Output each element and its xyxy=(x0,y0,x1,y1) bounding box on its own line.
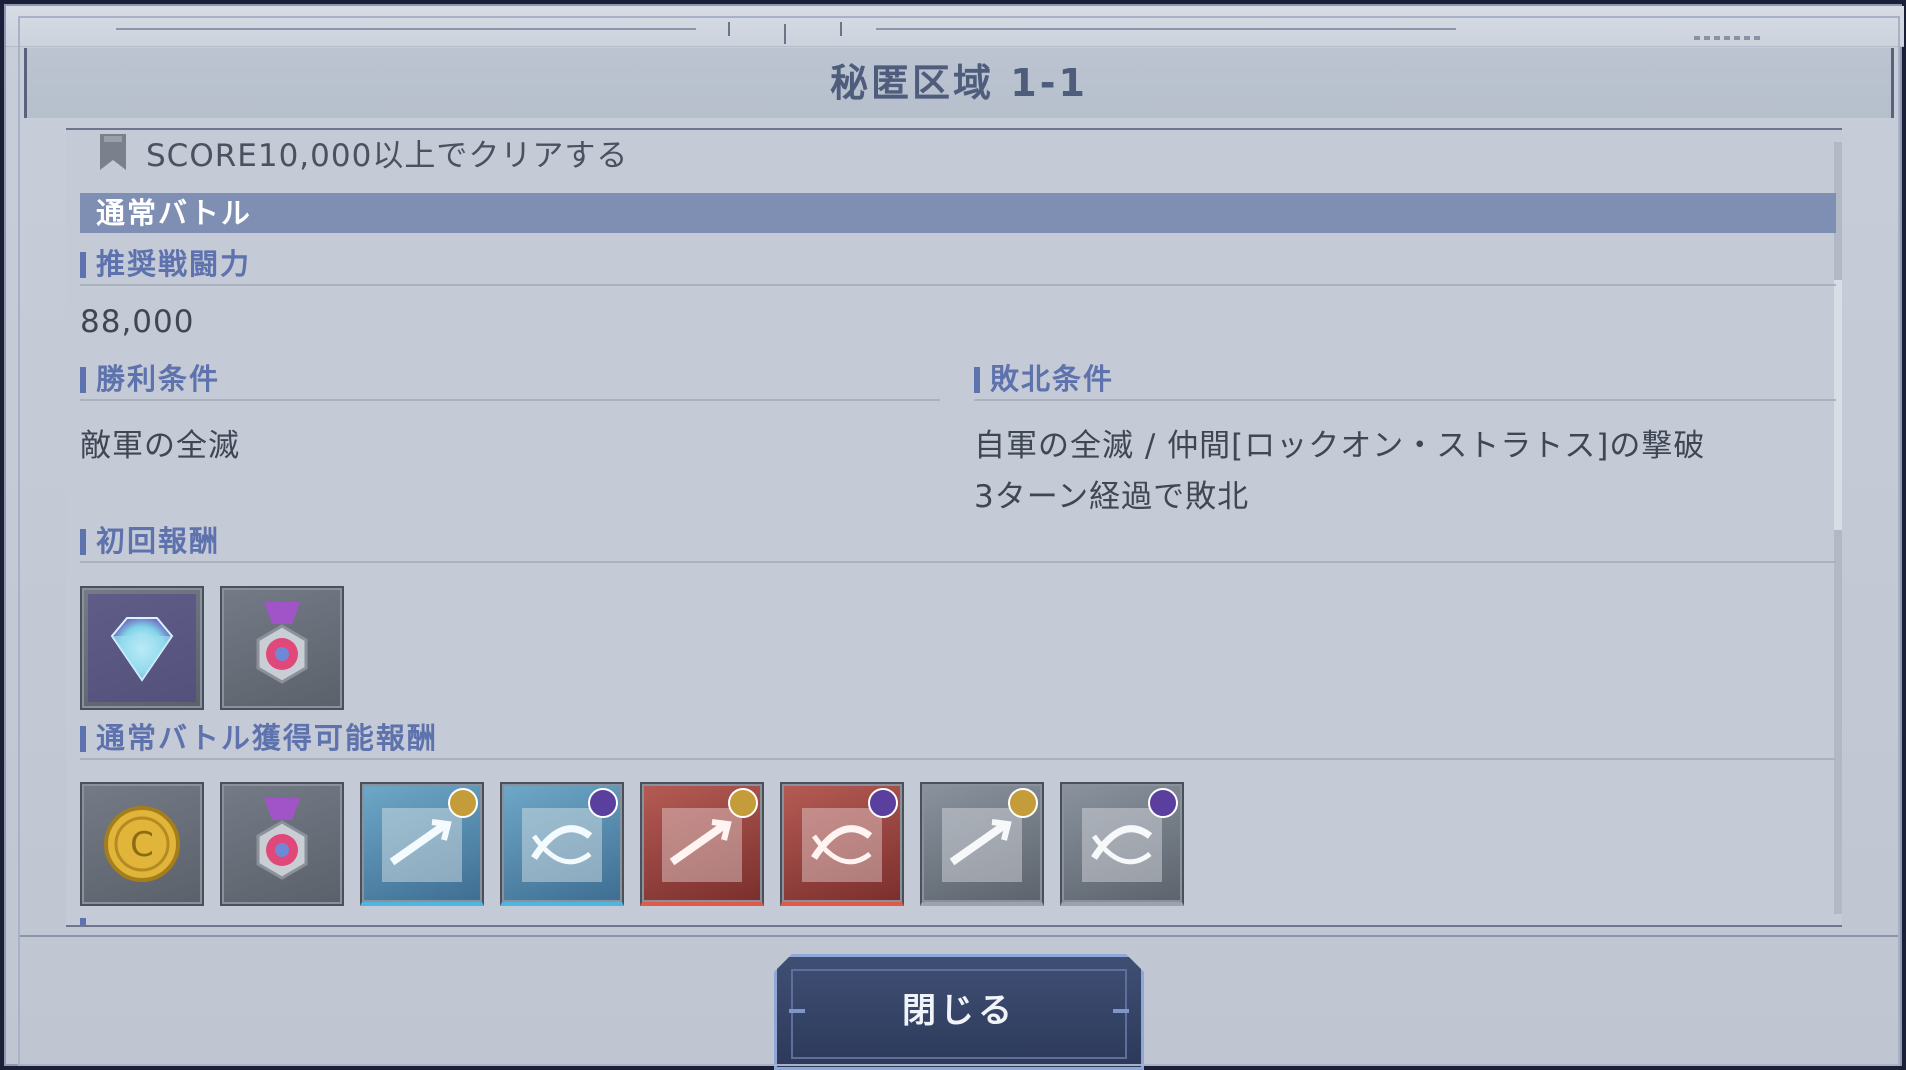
reward-item-grey-part-purple[interactable] xyxy=(1060,782,1184,906)
title-bar: 秘匿区域 1-1 xyxy=(24,48,1894,118)
bottom-divider xyxy=(20,935,1898,937)
recommended-power-value: 88,000 xyxy=(80,304,195,340)
top-tick-center xyxy=(784,24,786,44)
first-reward-heading: 初回報酬 xyxy=(80,521,1836,563)
normal-reward-heading: 通常バトル獲得可能報酬 xyxy=(80,718,1836,760)
close-button[interactable]: 閉じる xyxy=(774,954,1144,1070)
defeat-condition-1: 自軍の全滅 / 仲間[ロックオン・ストラトス]の撃破 xyxy=(974,428,1706,464)
defeat-condition-2: 3ターン経過で敗北 xyxy=(974,479,1250,515)
stage-info-panel[interactable]: SCORE10,000以上でクリアする 通常バトル 推奨戦闘力 88,000 勝… xyxy=(66,128,1842,927)
reward-item-blue-part-gold[interactable] xyxy=(360,782,484,906)
heading-marker xyxy=(80,918,86,925)
first-reward-label: 初回報酬 xyxy=(96,524,221,558)
recommended-power-label: 推奨戦闘力 xyxy=(96,247,252,281)
rarity-badge-purple xyxy=(868,788,898,818)
diamond-icon xyxy=(88,594,196,702)
top-line-left xyxy=(116,28,696,30)
next-heading-partial xyxy=(80,918,260,925)
reward-item-blue-part-purple[interactable] xyxy=(500,782,624,906)
heading-marker xyxy=(80,529,86,555)
reward-item-red-part-purple[interactable] xyxy=(780,782,904,906)
reward-item-grey-part-gold[interactable] xyxy=(920,782,1044,906)
reward-item-medal[interactable] xyxy=(220,586,344,710)
scrollbar-thumb[interactable] xyxy=(1834,280,1842,530)
top-tick xyxy=(728,22,730,36)
top-tick xyxy=(840,22,842,36)
rarity-badge-gold xyxy=(1008,788,1038,818)
rarity-badge-purple xyxy=(1148,788,1178,818)
dialog-frame: 秘匿区域 1-1 SCORE10,000以上でクリアする 通常バトル 推奨戦闘力… xyxy=(4,4,1904,1066)
medal-icon xyxy=(256,602,308,684)
normal-reward-label: 通常バトル獲得可能報酬 xyxy=(96,721,438,755)
heading-marker xyxy=(80,726,86,752)
ribbon-icon xyxy=(100,134,126,170)
top-line-right xyxy=(876,28,1456,30)
section-label: 通常バトル xyxy=(96,196,252,230)
mission-row: SCORE10,000以上でクリアする xyxy=(96,130,628,174)
victory-label: 勝利条件 xyxy=(96,362,221,396)
medal-icon xyxy=(256,798,308,880)
page-title: 秘匿区域 1-1 xyxy=(830,61,1088,105)
heading-marker xyxy=(80,252,86,278)
mission-text: SCORE10,000以上でクリアする xyxy=(146,137,629,174)
heading-marker xyxy=(80,367,86,393)
top-strip xyxy=(6,6,1904,47)
rarity-badge-gold xyxy=(728,788,758,818)
reward-item-diamond[interactable] xyxy=(80,586,204,710)
defeat-label: 敗北条件 xyxy=(990,362,1115,396)
recommended-power-heading: 推奨戦闘力 xyxy=(80,244,1836,286)
victory-heading: 勝利条件 xyxy=(80,359,940,401)
heading-marker xyxy=(974,367,980,393)
coin-icon: C xyxy=(104,806,180,882)
rarity-badge-purple xyxy=(588,788,618,818)
section-header-normal-battle: 通常バトル xyxy=(80,193,1836,233)
svg-text:C: C xyxy=(130,825,154,865)
rarity-badge-gold xyxy=(448,788,478,818)
reward-item-coin[interactable]: C xyxy=(80,782,204,906)
defeat-heading: 敗北条件 xyxy=(974,359,1836,401)
reward-item-red-part-gold[interactable] xyxy=(640,782,764,906)
top-dots xyxy=(1694,36,1764,40)
victory-condition: 敵軍の全滅 xyxy=(80,428,240,464)
close-button-label: 閉じる xyxy=(902,991,1016,1031)
reward-item-medal[interactable] xyxy=(220,782,344,906)
